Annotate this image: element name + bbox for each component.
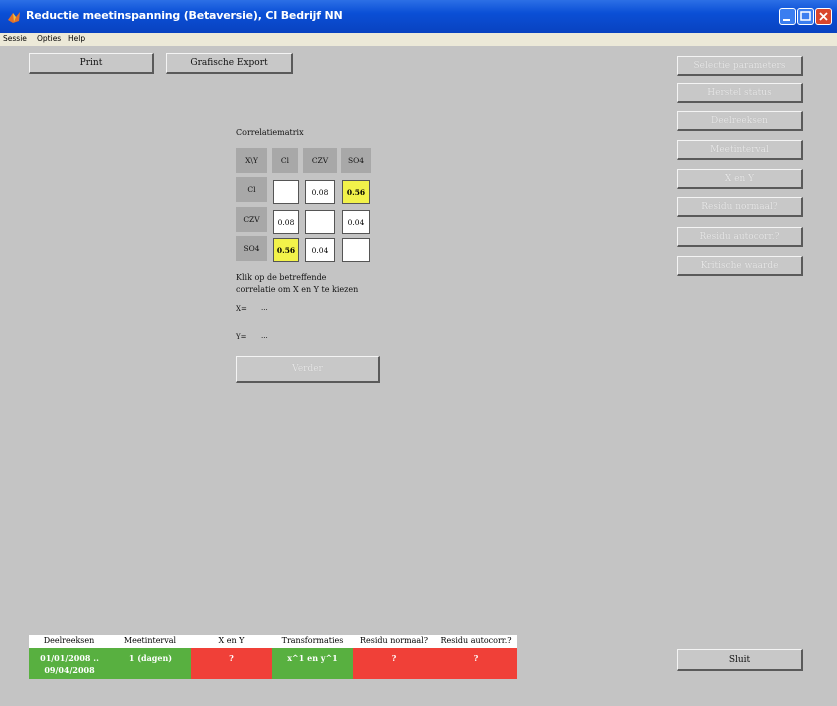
status-header-residu-autocorr: Residu autocorr.? bbox=[435, 636, 517, 645]
status-header-deelreeksen: Deelreeksen bbox=[29, 636, 109, 645]
minimize-icon bbox=[783, 19, 790, 21]
kritische-waarde-button[interactable]: Kritische waarde bbox=[677, 256, 803, 276]
title-bar: Reductie meetinspanning (Betaversie), CI… bbox=[0, 0, 837, 33]
status-transformaties-cell: x^1 en y^1 bbox=[272, 648, 353, 679]
status-meetinterval-cell: 1 (dagen) bbox=[110, 648, 191, 679]
matrix-row-header-cl: Cl bbox=[236, 177, 267, 202]
herstel-status-button[interactable]: Herstel status bbox=[677, 83, 803, 103]
y-label: Y= bbox=[236, 333, 247, 341]
x-en-y-button[interactable]: X en Y bbox=[677, 169, 803, 189]
matrix-cell-so4-czv[interactable]: 0.04 bbox=[305, 238, 335, 262]
status-header-residu-normaal: Residu normaal? bbox=[353, 636, 435, 645]
instruction-line-1: Klik op de betreffende bbox=[236, 273, 327, 282]
menu-opties[interactable]: Opties bbox=[37, 34, 61, 43]
close-window-button[interactable] bbox=[815, 8, 832, 25]
status-deelreeksen-line1: 01/01/2008 .. bbox=[40, 653, 99, 663]
instruction-line-2: correlatie om X en Y te kiezen bbox=[236, 285, 359, 294]
print-button[interactable]: Print bbox=[29, 53, 154, 74]
matrix-cell-cl-cl[interactable] bbox=[273, 180, 299, 204]
matrix-col-header-czv: CZV bbox=[303, 148, 337, 173]
matrix-cell-czv-czv[interactable] bbox=[305, 210, 335, 234]
x-label: X= bbox=[236, 305, 247, 313]
menu-bar: Sessie Opties Help bbox=[0, 33, 837, 46]
minimize-button[interactable] bbox=[779, 8, 796, 25]
matlab-icon bbox=[8, 12, 20, 23]
menu-help[interactable]: Help bbox=[68, 34, 85, 43]
matrix-cell-so4-so4[interactable] bbox=[342, 238, 370, 262]
status-deelreeksen-line2: 09/04/2008 bbox=[44, 665, 95, 675]
y-value: ... bbox=[261, 332, 268, 340]
export-button[interactable]: Grafische Export bbox=[166, 53, 293, 74]
matrix-col-header-so4: SO4 bbox=[341, 148, 371, 173]
x-value: ... bbox=[261, 304, 268, 312]
matrix-cell-cl-czv[interactable]: 0.08 bbox=[305, 180, 335, 204]
residu-normaal-button[interactable]: Residu normaal? bbox=[677, 197, 803, 217]
matrix-cell-cl-so4[interactable]: 0.56 bbox=[342, 180, 370, 204]
residu-autocorr-button[interactable]: Residu autocorr.? bbox=[677, 227, 803, 247]
matrix-cell-so4-cl[interactable]: 0.56 bbox=[273, 238, 299, 262]
status-residu-normaal-cell: ? bbox=[353, 648, 435, 679]
maximize-button[interactable] bbox=[797, 8, 814, 25]
matrix-col-header-cl: Cl bbox=[272, 148, 298, 173]
menu-sessie[interactable]: Sessie bbox=[3, 34, 27, 43]
close-icon bbox=[819, 12, 828, 21]
matrix-corner-header: X\Y bbox=[236, 148, 267, 173]
verder-button[interactable]: Verder bbox=[236, 356, 380, 383]
status-residu-autocorr-cell: ? bbox=[435, 648, 517, 679]
matrix-row-header-so4: SO4 bbox=[236, 236, 267, 261]
maximize-icon bbox=[800, 11, 811, 21]
sluit-button[interactable]: Sluit bbox=[677, 649, 803, 671]
deelreeksen-button[interactable]: Deelreeksen bbox=[677, 111, 803, 131]
status-header-transformaties: Transformaties bbox=[272, 636, 353, 645]
status-header-x-en-y: X en Y bbox=[191, 636, 272, 645]
matrix-cell-czv-cl[interactable]: 0.08 bbox=[273, 210, 299, 234]
meetinterval-button[interactable]: Meetinterval bbox=[677, 140, 803, 160]
status-deelreeksen-cell: 01/01/2008 .. 09/04/2008 bbox=[29, 648, 110, 679]
selectie-parameters-button[interactable]: Selectie parameters bbox=[677, 56, 803, 76]
matrix-title: Correlatiematrix bbox=[236, 128, 304, 137]
status-x-en-y-cell: ? bbox=[191, 648, 272, 679]
matrix-cell-czv-so4[interactable]: 0.04 bbox=[342, 210, 370, 234]
window-title: Reductie meetinspanning (Betaversie), CI… bbox=[26, 9, 343, 22]
matrix-row-header-czv: CZV bbox=[236, 207, 267, 232]
status-header-meetinterval: Meetinterval bbox=[110, 636, 190, 645]
